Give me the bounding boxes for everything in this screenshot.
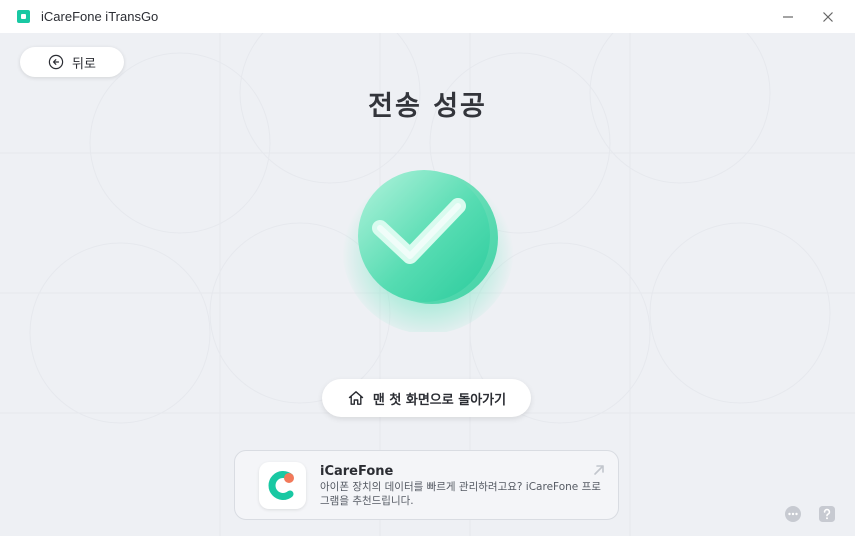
back-button[interactable]: 뒤로 <box>20 47 124 77</box>
title-bar: iCareFone iTransGo <box>0 0 855 33</box>
page-title: 전송 성공 <box>368 91 487 122</box>
return-home-button[interactable]: 맨 첫 화면으로 돌아가기 <box>322 379 531 417</box>
back-button-label: 뒤로 <box>72 56 96 72</box>
arrow-left-circle-icon <box>48 54 64 70</box>
help-icon[interactable] <box>818 505 836 523</box>
return-home-label: 맨 첫 화면으로 돌아가기 <box>372 392 507 408</box>
arrow-up-right-icon <box>594 465 604 475</box>
home-icon <box>348 391 364 405</box>
icarefone-logo <box>259 462 306 509</box>
close-icon <box>823 12 833 22</box>
promo-app-name: iCareFone <box>320 464 394 479</box>
close-button[interactable] <box>817 6 839 28</box>
icarefone-promo-card[interactable]: iCareFone 아이폰 장치의 데이터를 빠르게 관리하려고요? iCare… <box>234 450 619 520</box>
app-window: iCareFone iTransGo 뒤로 전송 성공 맨 첫 화면으로 돌아가… <box>0 0 855 536</box>
minimize-button[interactable] <box>777 6 799 28</box>
promo-description: 아이폰 장치의 데이터를 빠르게 관리하려고요? iCareFone 프로그램을… <box>320 481 601 507</box>
chat-icon[interactable] <box>784 505 802 523</box>
app-logo-icon <box>17 10 30 23</box>
window-title: iCareFone iTransGo <box>41 9 159 24</box>
minimize-icon <box>783 16 793 18</box>
checkmark-icon <box>342 162 514 332</box>
